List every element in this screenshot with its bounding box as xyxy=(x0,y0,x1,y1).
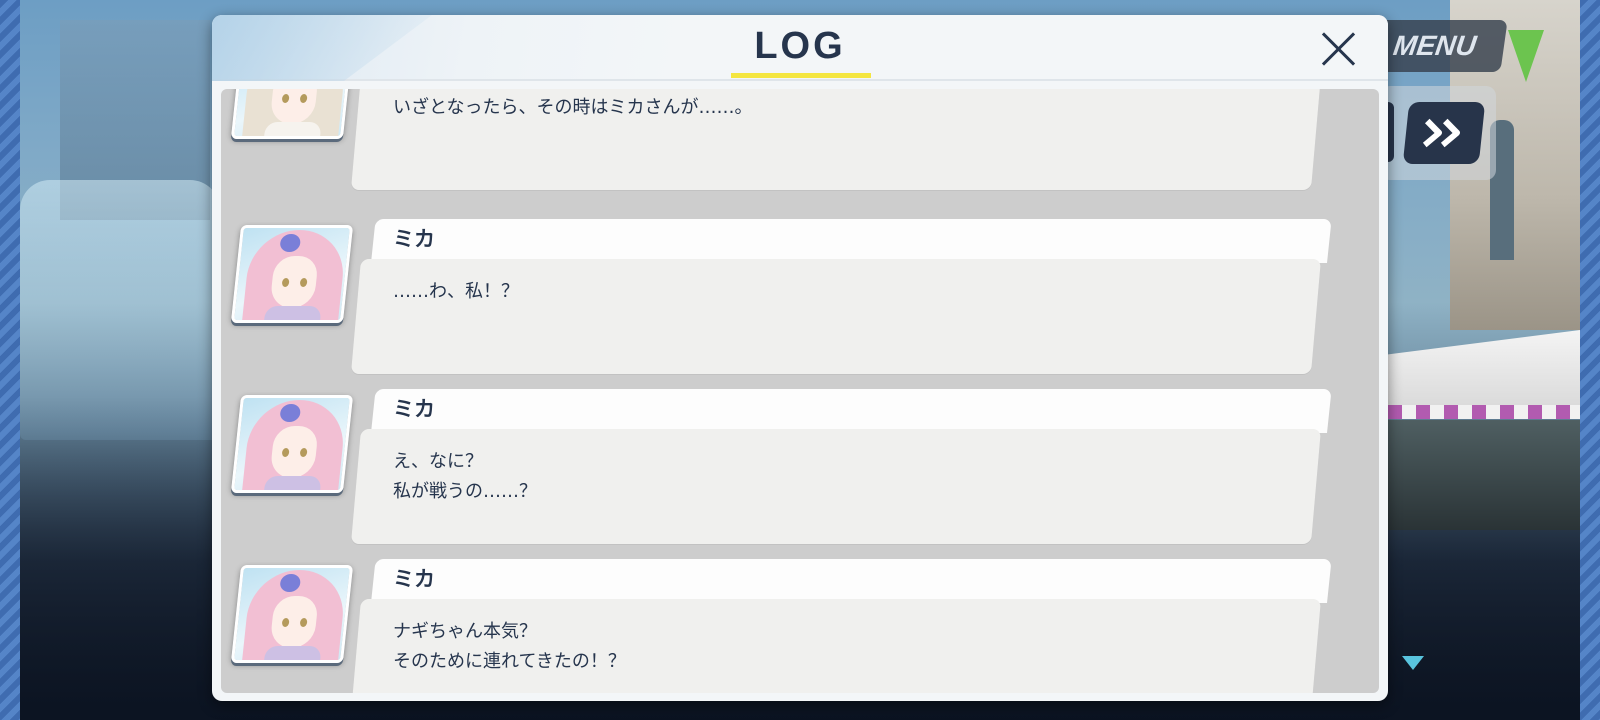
bubble-pointer xyxy=(367,99,379,119)
speaker-name-plate xyxy=(371,389,1332,433)
message-text: ……わ、私！？ xyxy=(393,281,519,302)
bubble-pointer xyxy=(367,453,379,473)
close-icon[interactable] xyxy=(1318,29,1358,69)
screen-frame-right xyxy=(1580,0,1600,720)
fast-forward-button[interactable] xyxy=(1402,102,1486,164)
speaker-name: ミカ xyxy=(393,227,435,251)
log-modal: LOG いざとなったら、その時はミカさんが……。 ミカ ……わ、私！？ ミカ え… xyxy=(212,15,1388,701)
log-entry: ミカ ……わ、私！？ xyxy=(221,219,1379,379)
log-title: LOG xyxy=(754,25,846,67)
log-header: LOG xyxy=(212,15,1388,81)
message-text: ナギちゃん本気？ そのために連れてきたの！？ xyxy=(393,621,626,672)
speaker-name: ミカ xyxy=(393,567,435,591)
screen-frame-left xyxy=(0,0,20,720)
message-text: いざとなったら、その時はミカさんが……。 xyxy=(393,97,753,118)
fast-forward-icon xyxy=(1422,118,1461,148)
bubble-pointer xyxy=(367,623,379,643)
log-entry: ミカ ナギちゃん本気？ そのために連れてきたの！？ xyxy=(221,559,1379,693)
next-triangle-icon[interactable] xyxy=(1402,656,1424,670)
speaker-name: ミカ xyxy=(393,397,435,421)
character-portrait-mika xyxy=(230,565,354,663)
background-fountain xyxy=(20,180,220,440)
character-portrait-mika xyxy=(230,225,354,323)
character-portrait-nagisa xyxy=(230,89,354,139)
log-entry: いざとなったら、その時はミカさんが……。 xyxy=(221,89,1379,195)
background-bunting-flag xyxy=(1508,30,1544,82)
background-market-stall xyxy=(1360,420,1580,530)
background-tent-trim xyxy=(1360,405,1580,419)
message-text: え、なに？ 私が戦うの……？ xyxy=(393,451,537,502)
log-list[interactable]: いざとなったら、その時はミカさんが……。 ミカ ……わ、私！？ ミカ え、なに？… xyxy=(221,89,1379,693)
bubble-pointer xyxy=(367,283,379,303)
character-portrait-mika xyxy=(230,395,354,493)
title-underline xyxy=(731,73,871,78)
menu-label: MENU xyxy=(1391,30,1479,61)
speaker-name-plate xyxy=(371,219,1332,263)
log-entry: ミカ え、なに？ 私が戦うの……？ xyxy=(221,389,1379,549)
speaker-name-plate xyxy=(371,559,1332,603)
